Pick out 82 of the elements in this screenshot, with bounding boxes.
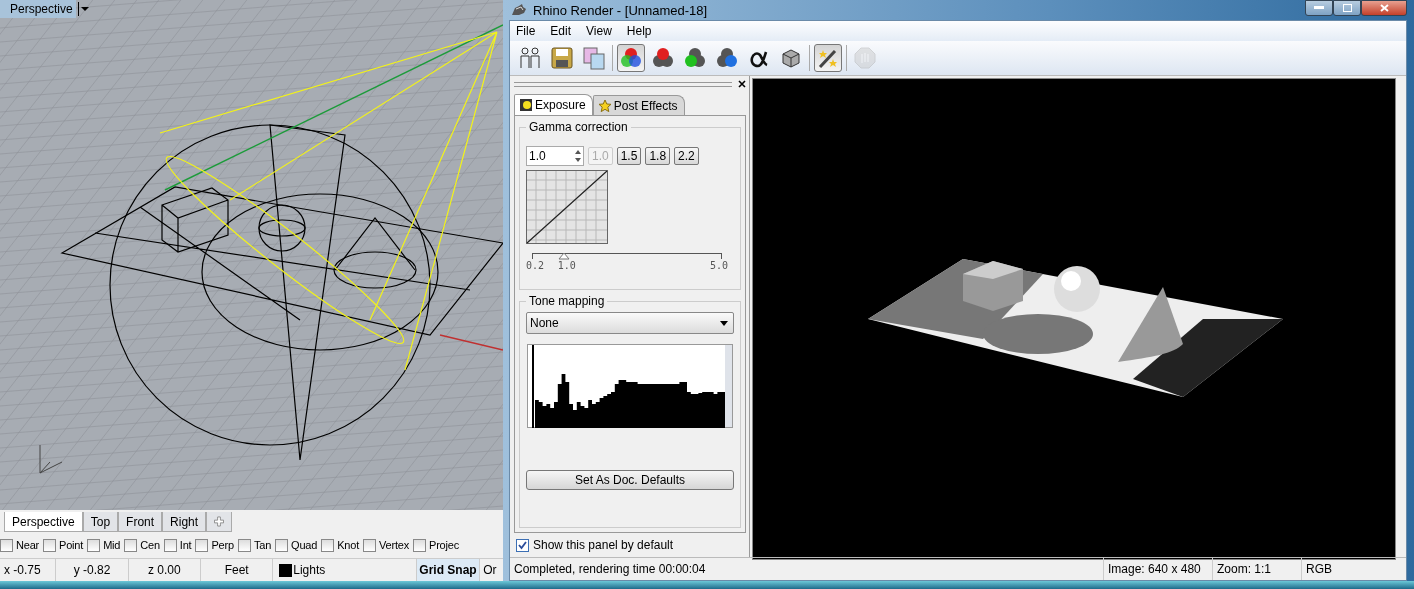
menu-item[interactable]: View [586, 24, 612, 38]
group-title: Tone mapping [528, 294, 606, 308]
checkbox[interactable] [363, 538, 376, 552]
set-defaults-button[interactable]: Set As Doc. Defaults [526, 470, 734, 490]
viewport-title[interactable]: Perspective [0, 0, 76, 18]
gamma-input-field[interactable]: 1.0 [526, 146, 584, 166]
osnap-label: Int [179, 539, 192, 551]
stop-hand-icon [853, 46, 877, 70]
dropdown-caret-icon [720, 320, 728, 326]
dropdown-caret-icon[interactable] [78, 2, 89, 16]
grid-snap-button[interactable]: Grid Snap [416, 559, 481, 581]
checkbox[interactable] [413, 538, 426, 552]
viewport-tab[interactable]: Perspective [4, 512, 83, 532]
checkbox[interactable] [195, 538, 209, 552]
panel-tab[interactable]: Post Effects [592, 95, 685, 115]
gamma-preset-button[interactable]: 2.2 [674, 147, 699, 165]
minimize-icon [1314, 6, 1324, 10]
slider-max-label: 5.0 [709, 260, 728, 273]
window-title: Rhino Render - [Unnamed-18] [533, 2, 708, 18]
maximize-button[interactable] [1333, 0, 1361, 16]
checkbox[interactable] [163, 538, 177, 552]
checkbox[interactable] [321, 538, 335, 552]
color-mode-label: RGB [1305, 561, 1333, 578]
viewport-canvas[interactable]: Perspective [0, 0, 503, 510]
osnap-label: Cen [140, 539, 160, 551]
close-icon[interactable] [738, 80, 746, 88]
gamma-slider[interactable] [532, 250, 722, 260]
gamma-preset-button[interactable]: 1.8 [645, 147, 671, 165]
checkbox[interactable] [516, 538, 529, 552]
axis-indicator-icon [39, 444, 63, 474]
image-size-label: Image: 640 x 480 [1104, 558, 1213, 580]
x-axis-line [439, 334, 503, 351]
color-circles-icon [619, 46, 643, 70]
channel-circles-icon [683, 46, 707, 70]
rhino-app-icon [511, 3, 527, 17]
osnap-label: Projec [429, 539, 459, 551]
minimize-button[interactable] [1305, 0, 1333, 16]
close-button[interactable] [1361, 0, 1407, 16]
osnap-label: Tan [253, 539, 272, 551]
add-tab-button[interactable] [206, 512, 233, 532]
slider-min-label: 0.2 [526, 260, 545, 273]
menu-item[interactable]: Edit [550, 24, 572, 38]
checkbox[interactable] [43, 538, 57, 552]
all-channels-button[interactable] [617, 44, 645, 72]
checkbox[interactable] [275, 538, 289, 552]
layer-name[interactable]: Lights [293, 563, 326, 577]
osnap-label: Point [59, 539, 84, 551]
checkbox[interactable] [87, 538, 101, 552]
checkbox[interactable] [0, 538, 13, 552]
osnap-label: Perp [211, 539, 234, 551]
save-button[interactable] [548, 44, 576, 72]
slider-thumb[interactable] [557, 252, 570, 260]
channel-circles-icon [651, 46, 675, 70]
magic-wand-button[interactable] [814, 44, 842, 72]
checkbox[interactable] [237, 538, 251, 552]
osnap-label: Vertex [379, 539, 409, 551]
tone-mapping-dropdown[interactable]: None [526, 312, 734, 334]
plus-icon [214, 516, 225, 527]
osnap-label: Near [16, 539, 40, 551]
osnap-label: Knot [337, 539, 359, 551]
people-icon [518, 46, 542, 70]
menu-item[interactable]: Help [626, 24, 652, 38]
maximize-icon [1342, 4, 1352, 12]
checkbox[interactable] [124, 538, 138, 552]
gamma-preset-button[interactable]: 1.5 [616, 147, 642, 165]
channel-circles-icon [715, 46, 739, 70]
osnap-label: Mid [103, 539, 121, 551]
zoom-label: Zoom: 1:1 [1213, 558, 1302, 580]
group-title: Gamma correction [528, 120, 629, 134]
status-message: Completed, rendering time 00:00:04 [510, 558, 1104, 580]
slider-value-label: 1.0 [557, 260, 576, 271]
panel-tab[interactable]: Exposure [514, 94, 593, 115]
osnap-label: Quad [291, 539, 318, 551]
star-icon [597, 98, 612, 113]
close-icon [1379, 4, 1389, 12]
viewport-tab[interactable]: Right [162, 512, 207, 532]
viewport-tab[interactable]: Top [82, 512, 119, 532]
viewport-tab[interactable]: Front [118, 512, 163, 532]
ortho-button[interactable]: Or [480, 559, 503, 581]
checkbox-label: Show this panel by default [533, 538, 674, 552]
exposure-icon [519, 98, 533, 112]
menu-item[interactable]: File [516, 24, 536, 38]
